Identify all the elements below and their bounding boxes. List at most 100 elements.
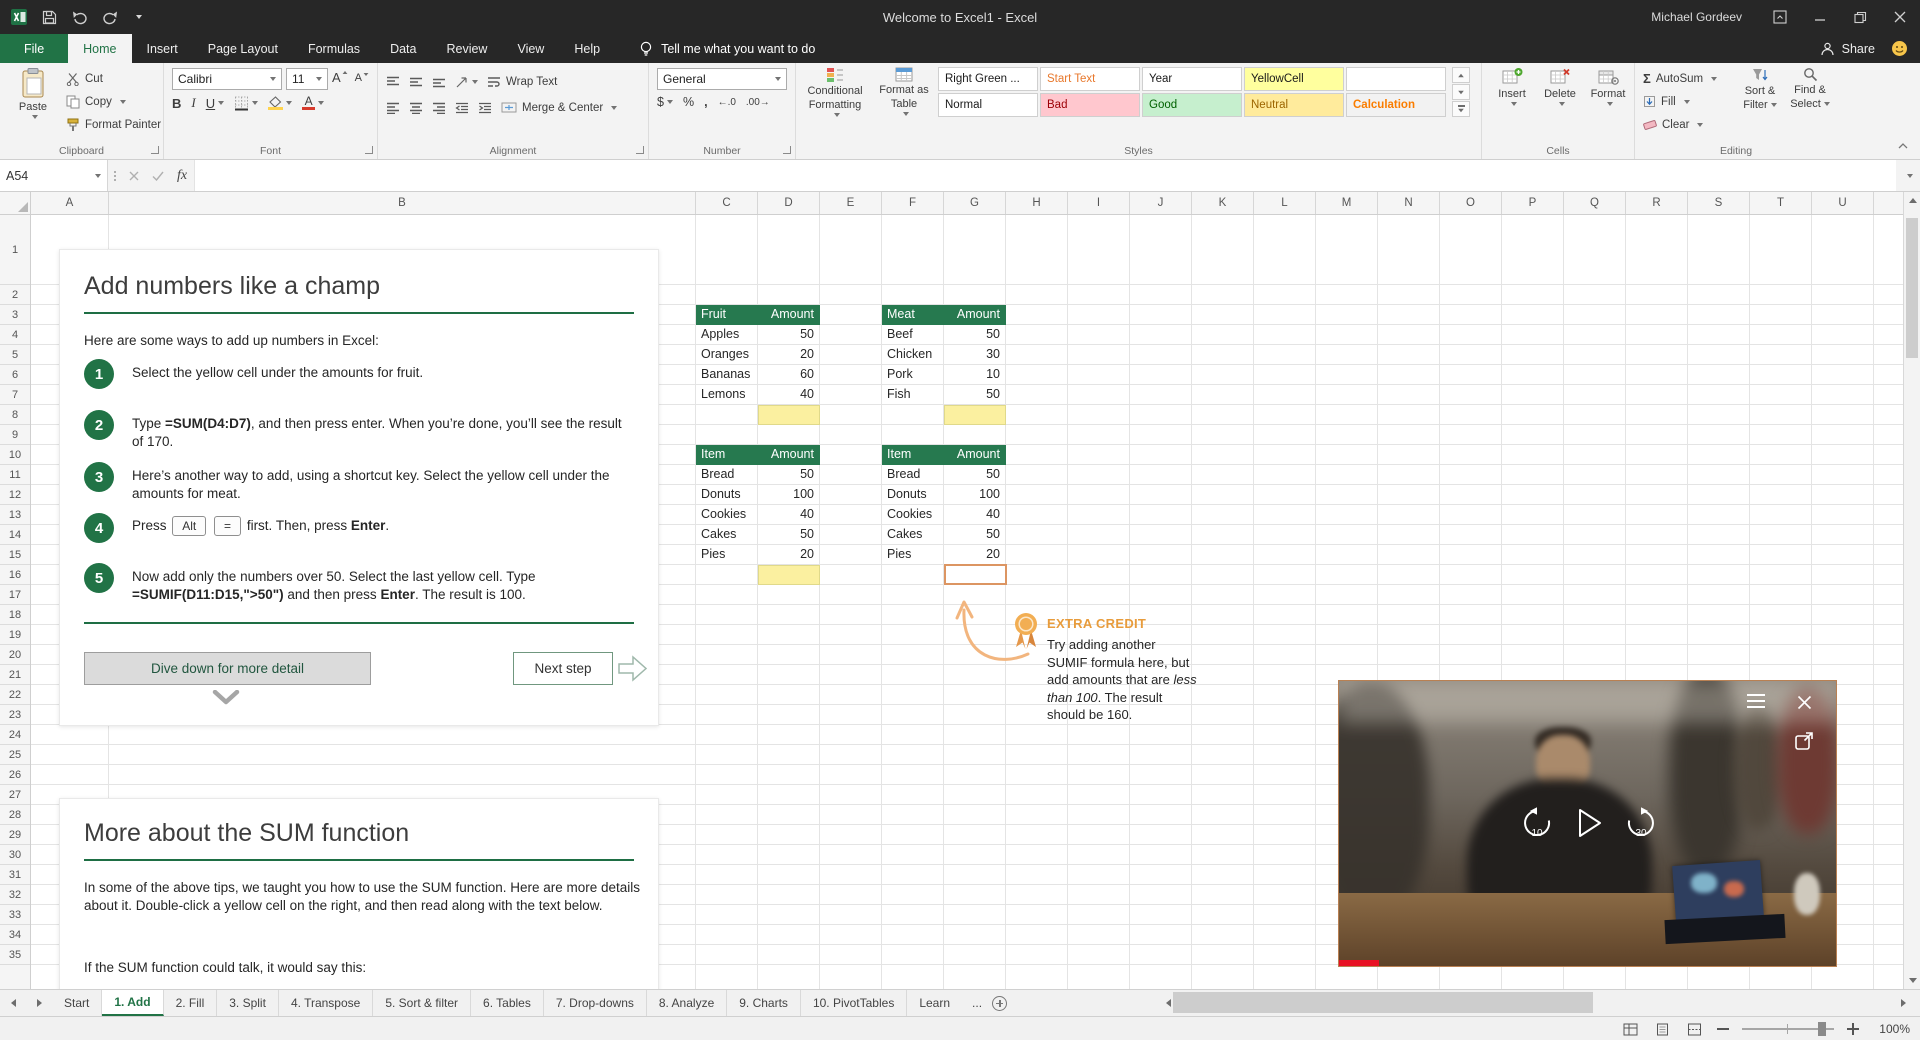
align-top-icon[interactable]: [386, 76, 400, 88]
format-painter-button[interactable]: Format Painter: [62, 113, 165, 136]
row-header-27[interactable]: 27: [0, 785, 30, 805]
column-header-T[interactable]: T: [1750, 192, 1812, 214]
cell[interactable]: 20: [758, 345, 820, 365]
column-header-Q[interactable]: Q: [1564, 192, 1626, 214]
tab-insert[interactable]: Insert: [132, 34, 193, 63]
share-button[interactable]: Share: [1820, 42, 1875, 56]
find-select-button[interactable]: Find & Select: [1787, 67, 1833, 110]
gallery-more[interactable]: [1452, 101, 1470, 117]
column-header-I[interactable]: I: [1068, 192, 1130, 214]
row-header-16[interactable]: 16: [0, 565, 30, 585]
column-header-M[interactable]: M: [1316, 192, 1378, 214]
collapse-ribbon-icon[interactable]: [1894, 139, 1912, 153]
zoom-out-icon[interactable]: [1716, 1022, 1730, 1036]
video-popout-icon[interactable]: [1791, 727, 1817, 753]
row-header-35[interactable]: 35: [0, 945, 30, 965]
row-header-22[interactable]: 22: [0, 685, 30, 705]
align-left-icon[interactable]: [386, 102, 400, 114]
clear-button[interactable]: Clear: [1639, 113, 1721, 136]
row-header-1[interactable]: 1: [0, 215, 30, 285]
column-header-O[interactable]: O: [1440, 192, 1502, 214]
row-header-24[interactable]: 24: [0, 725, 30, 745]
cell[interactable]: 20: [944, 545, 1006, 565]
cell[interactable]: Lemons: [696, 385, 758, 405]
video-play-button[interactable]: [1575, 807, 1605, 839]
font-color-button[interactable]: A: [302, 95, 325, 110]
tab-home[interactable]: Home: [68, 34, 132, 63]
video-forward-30-button[interactable]: 30: [1621, 803, 1661, 843]
column-header-C[interactable]: C: [696, 192, 758, 214]
cell[interactable]: Bread: [696, 465, 758, 485]
sheet-tab-9-charts[interactable]: 9. Charts: [727, 990, 801, 1016]
cell[interactable]: Cakes: [882, 525, 944, 545]
item2-header[interactable]: Item: [882, 445, 944, 465]
format-cells-button[interactable]: Format: [1586, 67, 1630, 106]
number-format-combo[interactable]: General: [657, 68, 787, 90]
style-calculation[interactable]: Calculation: [1346, 93, 1446, 117]
cell[interactable]: 40: [944, 505, 1006, 525]
cell[interactable]: Fish: [882, 385, 944, 405]
cell[interactable]: Bananas: [696, 365, 758, 385]
currency-format-button[interactable]: $: [657, 95, 673, 109]
sheet-tab-7-drop-downs[interactable]: 7. Drop-downs: [544, 990, 647, 1016]
merge-center-button[interactable]: Merge & Center: [501, 96, 618, 119]
zoom-in-icon[interactable]: [1846, 1022, 1860, 1036]
column-header-P[interactable]: P: [1502, 192, 1564, 214]
column-header-D[interactable]: D: [758, 192, 820, 214]
tab-file[interactable]: File: [0, 34, 69, 63]
select-all-corner[interactable]: [0, 192, 31, 215]
row-header-6[interactable]: 6: [0, 365, 30, 385]
format-as-table-button[interactable]: Format as Table: [874, 67, 934, 116]
conditional-formatting-button[interactable]: Conditional Formatting: [800, 67, 870, 117]
sheet-nav-next-icon[interactable]: [26, 990, 52, 1016]
column-header-H[interactable]: H: [1006, 192, 1068, 214]
sheet-tab-1-add[interactable]: 1. Add: [102, 990, 164, 1016]
copy-button[interactable]: Copy: [62, 90, 165, 113]
sheet-tab-10-pivottables[interactable]: 10. PivotTables: [801, 990, 908, 1016]
page-layout-view-icon[interactable]: [1652, 1020, 1672, 1038]
cell[interactable]: 50: [944, 385, 1006, 405]
cell[interactable]: Pies: [696, 545, 758, 565]
qat-customize-icon[interactable]: [136, 15, 142, 19]
tab-review[interactable]: Review: [431, 34, 502, 63]
comma-format-button[interactable]: ,: [704, 95, 707, 109]
sheet-tab-2-fill[interactable]: 2. Fill: [164, 990, 218, 1016]
cell[interactable]: 10: [944, 365, 1006, 385]
feedback-smiley-icon[interactable]: [1891, 40, 1908, 57]
column-header-G[interactable]: G: [944, 192, 1006, 214]
scroll-right-icon[interactable]: [1901, 998, 1906, 1007]
alignment-dialog-launcher[interactable]: [636, 146, 644, 154]
account-user-name[interactable]: Michael Gordeev: [1651, 10, 1742, 24]
zoom-level[interactable]: 100%: [1872, 1022, 1910, 1036]
zoom-slider-thumb[interactable]: [1818, 1022, 1826, 1036]
align-bottom-icon[interactable]: [432, 76, 446, 88]
column-header-A[interactable]: A: [31, 192, 109, 214]
cell[interactable]: Pork: [882, 365, 944, 385]
font-name-combo[interactable]: Calibri: [172, 68, 282, 90]
normal-view-icon[interactable]: [1620, 1020, 1640, 1038]
undo-icon[interactable]: [71, 10, 88, 25]
italic-button[interactable]: I: [191, 95, 195, 111]
close-icon[interactable]: [1880, 0, 1920, 34]
row-header-31[interactable]: 31: [0, 865, 30, 885]
gallery-scroll-down[interactable]: [1452, 84, 1470, 100]
scroll-left-icon[interactable]: [1166, 998, 1171, 1007]
sheet-tab-4-transpose[interactable]: 4. Transpose: [279, 990, 374, 1016]
cell[interactable]: 20: [758, 545, 820, 565]
fruit-table[interactable]: Fruit Amount Apples 50 Oranges 20 Bananas 60…: [696, 305, 820, 405]
column-header-B[interactable]: B: [109, 192, 696, 214]
new-sheet-icon[interactable]: [992, 995, 1008, 1011]
row-header-13[interactable]: 13: [0, 505, 30, 525]
row-header-3[interactable]: 3: [0, 305, 30, 325]
fruit-amount-header[interactable]: Amount: [758, 305, 820, 325]
restore-icon[interactable]: [1840, 0, 1880, 34]
tab-data[interactable]: Data: [375, 34, 431, 63]
increase-decimal-button[interactable]: ←.0: [718, 97, 736, 108]
fruit-header[interactable]: Fruit: [696, 305, 758, 325]
row-header-23[interactable]: 23: [0, 705, 30, 725]
row-header-34[interactable]: 34: [0, 925, 30, 945]
column-header-E[interactable]: E: [820, 192, 882, 214]
increase-font-size-icon[interactable]: A: [332, 70, 349, 85]
row-header-21[interactable]: 21: [0, 665, 30, 685]
row-header-18[interactable]: 18: [0, 605, 30, 625]
